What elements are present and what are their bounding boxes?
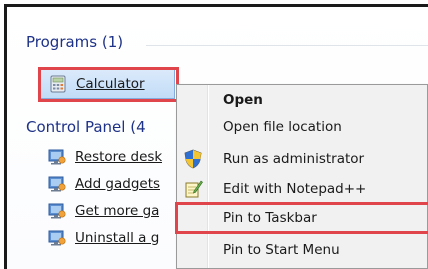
context-menu: Open Open file location Run as administr… (176, 84, 428, 269)
control-panel-icon (48, 229, 66, 247)
menu-item-open[interactable]: Open (177, 88, 427, 112)
control-panel-result-label: Add gadgets (75, 176, 161, 192)
control-panel-result[interactable]: Get more ga (48, 202, 159, 220)
notepad-plus-plus-icon (183, 179, 203, 199)
control-panel-result[interactable]: Uninstall a g (48, 229, 159, 247)
control-panel-result[interactable]: Add gadgets (48, 175, 160, 193)
control-panel-result-label: Get more ga (75, 203, 160, 219)
pin-to-taskbar-highlight-box (175, 202, 428, 234)
control-panel-icon (48, 175, 66, 193)
menu-item-pin-to-start-menu[interactable]: Pin to Start Menu (177, 238, 427, 262)
menu-item-run-as-administrator[interactable]: Run as administrator (177, 147, 427, 171)
control-panel-result-label: Restore desk (75, 149, 163, 165)
calculator-highlight-box (38, 67, 179, 102)
menu-item-label: Open file location (223, 119, 342, 135)
menu-item-label: Run as administrator (223, 151, 365, 167)
control-panel-icon (48, 202, 66, 220)
control-panel-result[interactable]: Restore desk (48, 148, 162, 166)
control-panel-header: Control Panel (4 (26, 118, 146, 136)
menu-item-label: Pin to Start Menu (223, 242, 340, 258)
menu-item-open-file-location[interactable]: Open file location (177, 115, 427, 139)
uac-shield-icon (183, 149, 203, 169)
menu-item-edit-with-notepad-plus-plus[interactable]: Edit with Notepad++ (177, 177, 427, 201)
control-panel-result-label: Uninstall a g (75, 230, 160, 246)
menu-item-label: Edit with Notepad++ (223, 181, 367, 197)
menu-item-label: Open (223, 92, 263, 108)
control-panel-icon (48, 148, 66, 166)
programs-divider (146, 45, 428, 46)
programs-header: Programs (1) (26, 33, 124, 51)
